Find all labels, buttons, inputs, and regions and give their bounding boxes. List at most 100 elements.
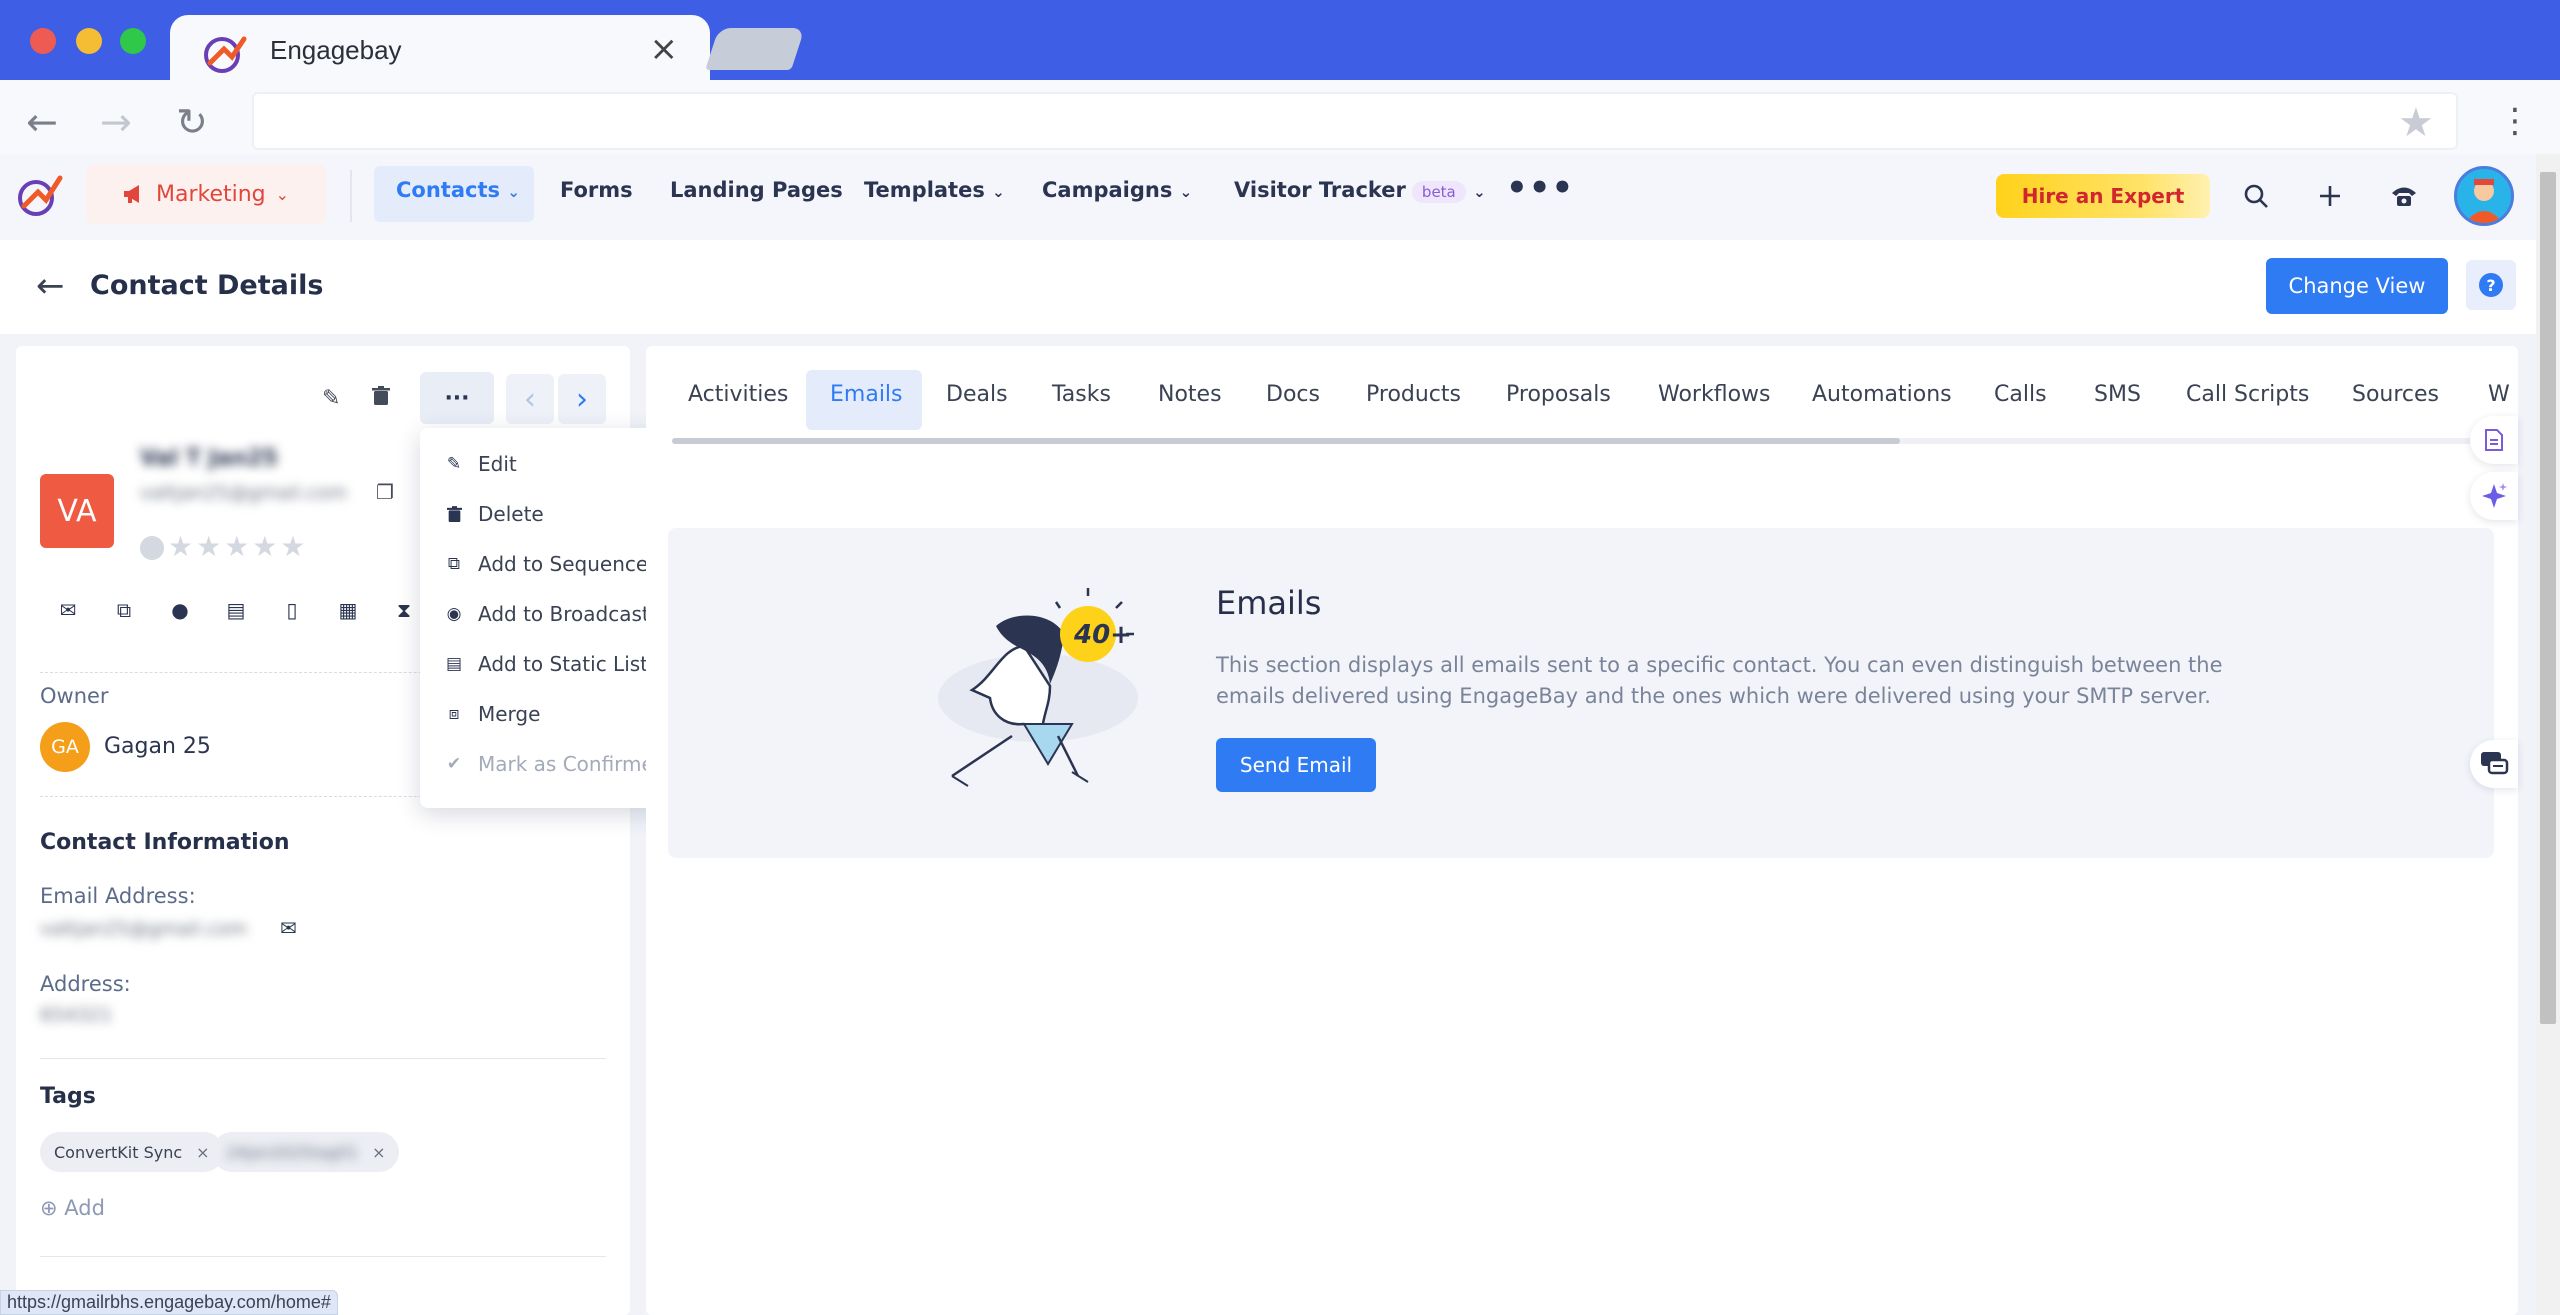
edit-pencil-icon[interactable]: ✎ <box>322 386 340 411</box>
emails-title: Emails <box>1216 584 1322 622</box>
star-rating[interactable]: ★★★★★ <box>168 530 309 563</box>
help-button[interactable]: ? <box>2466 260 2516 310</box>
tab-docs[interactable]: Docs <box>1266 382 1320 407</box>
address-bar[interactable] <box>252 92 2458 150</box>
divider <box>40 1256 606 1257</box>
more-nav-icon[interactable]: ••• <box>1506 168 1574 208</box>
tag-label: ConvertKit Sync <box>54 1142 183 1162</box>
remove-tag-icon[interactable]: × <box>372 1143 385 1162</box>
calendar-icon[interactable]: ▦ <box>334 596 362 624</box>
tab-more[interactable]: W <box>2488 382 2510 407</box>
ai-sparkle-icon[interactable] <box>2470 472 2518 520</box>
divider <box>40 1058 606 1059</box>
change-view-button[interactable]: Change View <box>2266 258 2448 314</box>
rating-clear-icon[interactable] <box>140 536 164 560</box>
help-icon: ? <box>2479 273 2503 297</box>
forward-arrow-icon[interactable]: → <box>100 100 132 144</box>
nav-templates[interactable]: Templates ⌄ <box>864 178 1005 202</box>
new-tab-button[interactable] <box>705 28 805 70</box>
send-email-button[interactable]: Send Email <box>1216 738 1376 792</box>
sequence-icon[interactable]: ⧉ <box>110 596 138 624</box>
add-tag-button[interactable]: ⊕ Add <box>40 1196 105 1220</box>
menu-item-delete[interactable]: Delete <box>444 502 544 526</box>
prev-contact-button[interactable]: ‹ <box>506 374 554 424</box>
nav-landing-pages[interactable]: Landing Pages <box>670 178 843 202</box>
document-icon[interactable]: ▯ <box>278 596 306 624</box>
copy-icon[interactable]: ❐ <box>376 480 394 504</box>
add-icon[interactable] <box>2310 176 2350 216</box>
chat-support-icon[interactable] <box>2470 740 2518 788</box>
hire-expert-button[interactable]: Hire an Expert <box>1996 174 2210 218</box>
user-avatar[interactable] <box>2454 166 2514 226</box>
tab-deals[interactable]: Deals <box>946 382 1008 407</box>
chevron-down-icon: ⌄ <box>1179 183 1193 201</box>
deal-icon[interactable]: ● <box>166 596 194 624</box>
nav-contacts[interactable]: Contacts ⌄ <box>396 178 520 202</box>
contact-detail-panel: Activities Emails Deals Tasks Notes Docs… <box>646 346 2518 1315</box>
search-icon[interactable] <box>2236 176 2276 216</box>
tab-products[interactable]: Products <box>1366 382 1461 407</box>
page-title: Contact Details <box>90 270 324 301</box>
nav-campaigns[interactable]: Campaigns ⌄ <box>1042 178 1192 202</box>
menu-item-add-to-broadcast[interactable]: ◉ Add to Broadcast <box>444 602 650 626</box>
browser-menu-icon[interactable]: ⋮ <box>2498 104 2532 138</box>
owner-name[interactable]: Gagan 25 <box>104 734 211 759</box>
menu-item-edit[interactable]: ✎ Edit <box>444 452 517 476</box>
tab-activities[interactable]: Activities <box>688 382 788 407</box>
tag-chip[interactable]: 24jan2025tag01 × <box>212 1132 400 1172</box>
chevron-down-icon: ⌄ <box>1473 183 1486 201</box>
close-window-button[interactable] <box>30 28 56 54</box>
nav-visitor-tracker-label: Visitor Tracker <box>1234 178 1406 202</box>
next-contact-button[interactable]: › <box>558 374 606 424</box>
maximize-window-button[interactable] <box>120 28 146 54</box>
tab-emails[interactable]: Emails <box>830 382 903 407</box>
tab-notes[interactable]: Notes <box>1158 382 1222 407</box>
tab-call-scripts[interactable]: Call Scripts <box>2186 382 2309 407</box>
page-scrollbar-thumb[interactable] <box>2540 172 2556 1024</box>
nav-visitor-tracker[interactable]: Visitor Tracker beta ⌄ <box>1234 178 1486 203</box>
tabs-scroll-thumb[interactable] <box>672 438 1900 444</box>
bookmark-star-icon[interactable]: ★ <box>2398 100 2434 146</box>
add-tag-label: Add <box>64 1196 105 1220</box>
email-icon[interactable]: ✉ <box>54 596 82 624</box>
ticket-icon[interactable]: ⧗ <box>390 596 418 624</box>
module-switcher[interactable]: Marketing ⌄ <box>86 164 326 224</box>
send-email-icon[interactable]: ✉ <box>280 916 297 940</box>
tab-sms[interactable]: SMS <box>2094 382 2141 407</box>
header-divider <box>350 170 352 222</box>
minimize-window-button[interactable] <box>76 28 102 54</box>
phone-icon[interactable] <box>2384 176 2424 216</box>
merge-icon: ⧈ <box>448 704 460 724</box>
menu-item-merge[interactable]: ⧈ Merge <box>444 702 541 726</box>
nav-forms[interactable]: Forms <box>560 178 633 202</box>
document-sidebar-icon[interactable] <box>2470 416 2518 464</box>
browser-tab[interactable]: Engagebay × <box>170 15 710 82</box>
tab-close-icon[interactable]: × <box>650 29 679 69</box>
emails-description: This section displays all emails sent to… <box>1216 653 2223 708</box>
sequence-icon: ⧉ <box>447 554 461 574</box>
menu-item-mark-as-confirmed: ✔ Mark as Confirmed <box>444 752 667 776</box>
tab-proposals[interactable]: Proposals <box>1506 382 1611 407</box>
tag-chip[interactable]: ConvertKit Sync × <box>40 1132 224 1172</box>
tab-calls[interactable]: Calls <box>1994 382 2047 407</box>
more-actions-button[interactable]: ··· <box>420 372 494 424</box>
back-arrow-icon[interactable]: ← <box>36 266 65 306</box>
emails-count-badge: 40+ <box>1074 620 1132 650</box>
tab-automations[interactable]: Automations <box>1812 382 1952 407</box>
tab-tasks[interactable]: Tasks <box>1052 382 1111 407</box>
back-arrow-icon[interactable]: ← <box>26 100 58 144</box>
menu-item-add-to-static-list[interactable]: ▤ Add to Static List <box>444 652 648 676</box>
contact-name: Val T Jan25 <box>140 446 278 471</box>
remove-tag-icon[interactable]: × <box>196 1143 209 1162</box>
engagebay-logo-icon <box>204 36 247 73</box>
delete-trash-icon[interactable] <box>372 386 390 412</box>
note-icon[interactable]: ▤ <box>222 596 250 624</box>
menu-item-add-to-sequences[interactable]: ⧉ Add to Sequences <box>444 552 659 576</box>
contact-info-title: Contact Information <box>40 830 290 855</box>
contact-avatar: VA <box>40 474 114 548</box>
beta-badge: beta <box>1411 181 1466 203</box>
tab-workflows[interactable]: Workflows <box>1658 382 1770 407</box>
reload-icon[interactable]: ↻ <box>176 100 208 144</box>
app-logo-icon[interactable] <box>14 170 64 220</box>
tab-sources[interactable]: Sources <box>2352 382 2439 407</box>
